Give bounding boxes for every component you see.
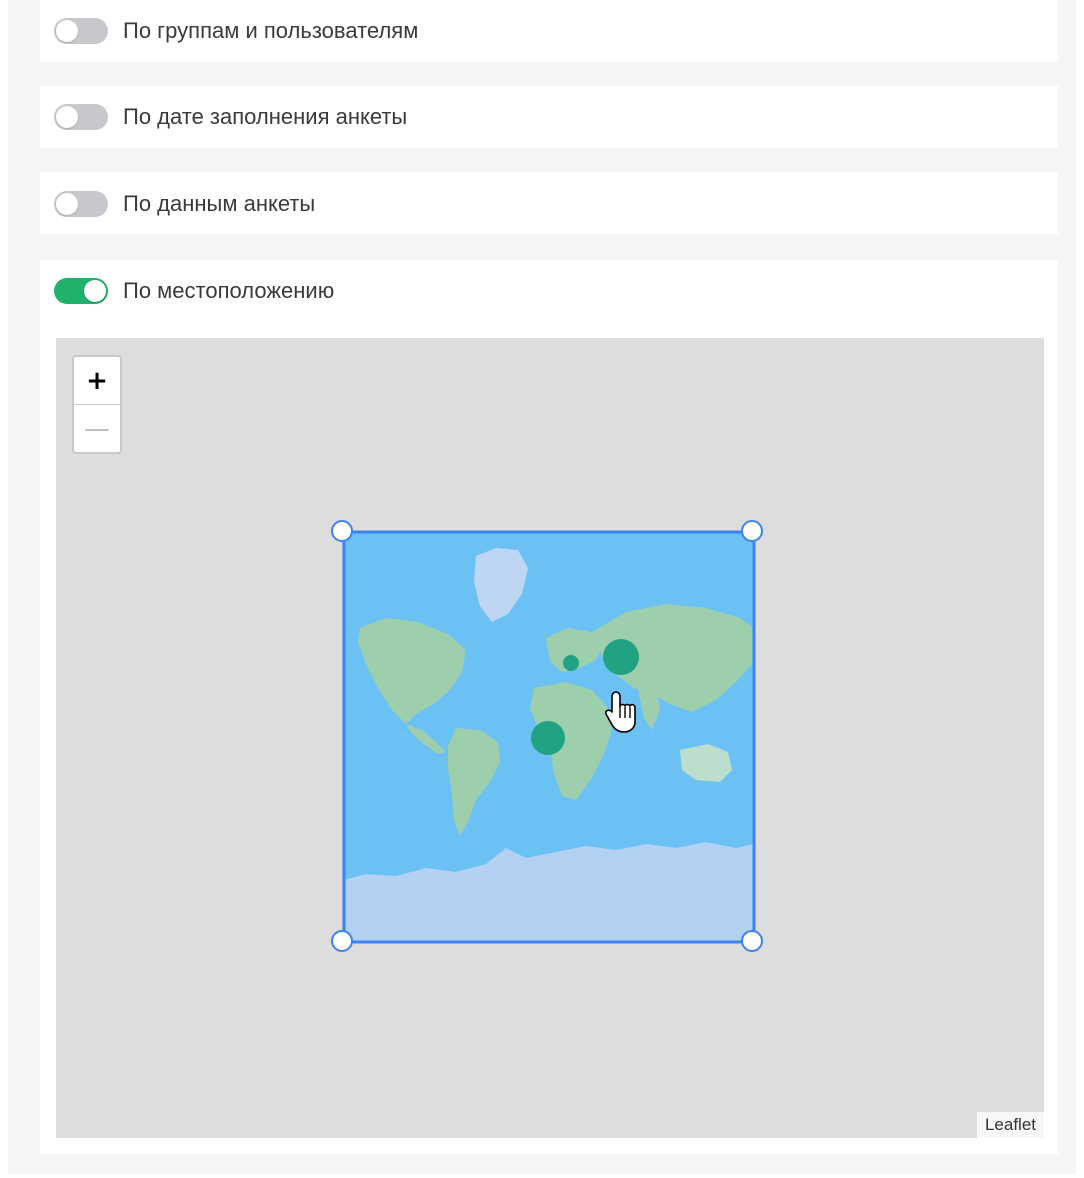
toggle-knob bbox=[56, 193, 78, 215]
selection-handle-top-right[interactable] bbox=[741, 520, 763, 542]
groups-filter-label: По группам и пользователям bbox=[123, 18, 419, 43]
groups-filter-toggle[interactable] bbox=[54, 18, 108, 44]
date-filter-label: По дате заполнения анкеты bbox=[123, 104, 408, 129]
location-filter-label: По местоположению bbox=[123, 278, 335, 303]
world-map-layer[interactable] bbox=[56, 338, 1044, 1138]
filter-row-data: По данным анкеты bbox=[54, 190, 315, 218]
filter-row-groups: По группам и пользователям bbox=[54, 17, 418, 45]
toggle-knob bbox=[56, 106, 78, 128]
date-filter-toggle[interactable] bbox=[54, 104, 108, 130]
selection-handle-top-left[interactable] bbox=[331, 520, 353, 542]
selection-handle-bottom-right[interactable] bbox=[741, 930, 763, 952]
data-filter-toggle[interactable] bbox=[54, 191, 108, 217]
selection-handle-bottom-left[interactable] bbox=[331, 930, 353, 952]
zoom-out-button[interactable]: — bbox=[74, 405, 120, 453]
data-filter-label: По данным анкеты bbox=[123, 191, 316, 216]
location-filter-toggle[interactable] bbox=[54, 278, 108, 304]
toggle-knob bbox=[56, 20, 78, 42]
selection-rectangle[interactable] bbox=[342, 530, 756, 944]
map-attribution-link[interactable]: Leaflet bbox=[976, 1112, 1044, 1138]
toggle-knob bbox=[84, 280, 106, 302]
zoom-control: + — bbox=[72, 355, 122, 454]
zoom-in-button[interactable]: + bbox=[74, 357, 120, 405]
filter-row-date: По дате заполнения анкеты bbox=[54, 103, 407, 131]
filter-row-location: По местоположению bbox=[54, 277, 334, 305]
location-map[interactable] bbox=[56, 338, 1044, 1138]
